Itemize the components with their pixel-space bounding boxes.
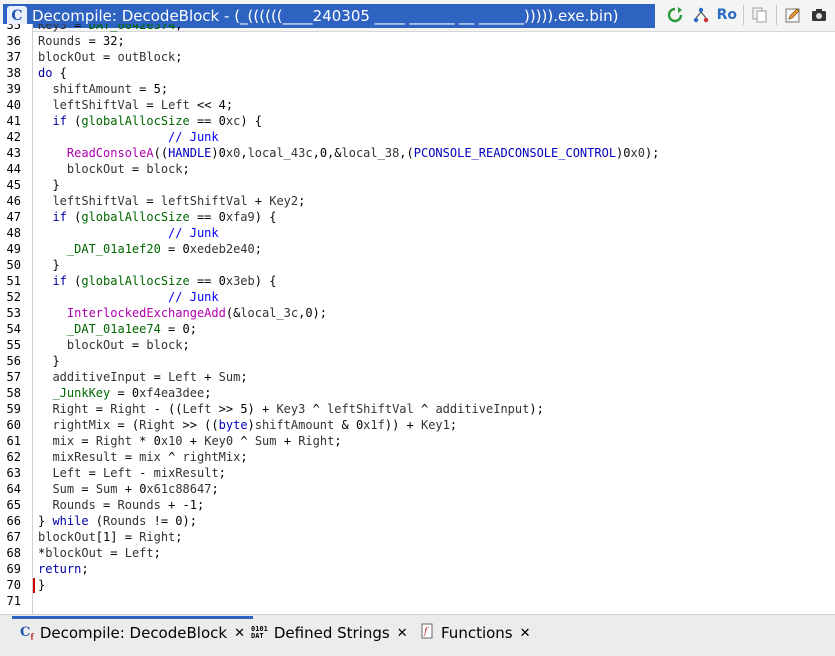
graph-icon[interactable] — [691, 5, 711, 25]
code-line[interactable]: // Junk — [38, 129, 219, 145]
line-number: 46 — [6, 194, 21, 208]
line-number: 48 — [6, 226, 21, 240]
code-line[interactable]: return; — [38, 561, 89, 577]
line-number: 58 — [6, 386, 21, 400]
line-number: 49 — [6, 242, 21, 256]
line-number: 47 — [6, 210, 21, 224]
line-number: 37 — [6, 50, 21, 64]
code-line[interactable]: } — [38, 353, 59, 369]
line-number: 38 — [6, 66, 21, 80]
code-line[interactable]: blockOut = outBlock; — [38, 49, 183, 65]
code-line[interactable]: // Junk — [38, 289, 219, 305]
code-line[interactable]: additiveInput = Left + Sum; — [38, 369, 247, 385]
code-line[interactable]: shiftAmount = 5; — [38, 81, 168, 97]
line-number: 68 — [6, 546, 21, 560]
refresh-icon[interactable] — [665, 5, 685, 25]
functions-icon: f — [421, 623, 435, 643]
line-number: 42 — [6, 130, 21, 144]
code-line[interactable]: } — [38, 257, 59, 273]
code-line[interactable]: Right = Right - ((Left >> 5) + Key3 ^ le… — [38, 401, 543, 417]
line-number: 44 — [6, 162, 21, 176]
toolbar-divider — [743, 5, 744, 25]
line-number: 35 — [6, 24, 21, 32]
code-line[interactable]: _DAT_01a1ee74 = 0; — [38, 321, 197, 337]
tab-label: Decompile: DecodeBlock — [39, 624, 228, 642]
line-number: 64 — [6, 482, 21, 496]
code-line[interactable]: _DAT_01a1ef20 = 0xedeb2e40; — [38, 241, 262, 257]
text-cursor — [33, 578, 35, 593]
code-line[interactable]: blockOut[1] = Right; — [38, 529, 183, 545]
code-line[interactable]: rightMix = (Right >> ((byte)shiftAmount … — [38, 417, 457, 433]
close-icon[interactable]: ✕ — [397, 626, 408, 641]
code-line[interactable]: mixResult = mix ^ rightMix; — [38, 449, 247, 465]
code-line[interactable]: _JunkKey = 0xf4ea3dee; — [38, 385, 211, 401]
code-line[interactable]: Sum = Sum + 0x61c88647; — [38, 481, 218, 497]
code-line[interactable]: ReadConsoleA((HANDLE)0x0,local_43c,0,&lo… — [38, 145, 660, 161]
code-line[interactable]: // Junk — [38, 225, 219, 241]
code-line[interactable]: } while (Rounds != 0); — [38, 513, 197, 529]
tab-decompile[interactable]: Cf Decompile: DecodeBlock ✕ — [12, 616, 253, 647]
read-only-toggle[interactable]: Ro — [717, 5, 737, 25]
snapshot-icon[interactable] — [809, 5, 829, 25]
line-number: 60 — [6, 418, 21, 432]
tab-label: Functions — [441, 624, 513, 642]
code-line[interactable]: } — [38, 577, 45, 593]
strings-icon: 0101 DAT — [251, 625, 268, 640]
window-title: Decompile: DecodeBlock - (_((((((____240… — [32, 7, 619, 25]
line-number: 39 — [6, 82, 21, 96]
code-line[interactable]: Rounds = 32; — [38, 33, 125, 49]
line-number: 56 — [6, 354, 21, 368]
line-number: 69 — [6, 562, 21, 576]
line-number: 62 — [6, 450, 21, 464]
line-number: 53 — [6, 306, 21, 320]
tab-label: Defined Strings — [273, 624, 390, 642]
code-line[interactable]: blockOut = block; — [38, 337, 190, 353]
code-line[interactable]: if (globalAllocSize == 0xfa9) { — [38, 209, 276, 225]
line-number: 45 — [6, 178, 21, 192]
code-line[interactable]: if (globalAllocSize == 0xc) { — [38, 113, 262, 129]
code-line[interactable]: *blockOut = Left; — [38, 545, 161, 561]
code-line[interactable]: Left = Left - mixResult; — [38, 465, 225, 481]
line-number: 41 — [6, 114, 21, 128]
code-line[interactable]: leftShiftVal = leftShiftVal + Key2; — [38, 193, 305, 209]
line-number: 54 — [6, 322, 21, 336]
code-line[interactable]: Key3 = DAT_0042e374; — [38, 24, 183, 33]
code-line[interactable]: leftShiftVal = Left << 4; — [38, 97, 233, 113]
line-number: 70 — [6, 578, 21, 592]
code-line[interactable]: if (globalAllocSize == 0x3eb) { — [38, 273, 276, 289]
line-number: 59 — [6, 402, 21, 416]
code-line[interactable]: blockOut = block; — [38, 161, 190, 177]
line-number: 50 — [6, 258, 21, 272]
toolbar: Ro — [665, 5, 829, 25]
line-number: 57 — [6, 370, 21, 384]
edit-icon[interactable] — [783, 5, 803, 25]
code-line[interactable]: } — [38, 177, 59, 193]
line-number: 65 — [6, 498, 21, 512]
bottom-tab-bar: Cf Decompile: DecodeBlock ✕ 0101 DAT Def… — [0, 614, 835, 656]
line-number: 63 — [6, 466, 21, 480]
copy-icon[interactable] — [750, 5, 770, 25]
line-number: 52 — [6, 290, 21, 304]
line-number: 67 — [6, 530, 21, 544]
decompiler-code-view[interactable]: 35 Key3 = DAT_0042e374; 36 Rounds = 32; 37 bl… — [0, 24, 835, 614]
line-number: 51 — [6, 274, 21, 288]
code-line[interactable]: do { — [38, 65, 67, 81]
line-number: 36 — [6, 34, 21, 48]
code-line[interactable]: InterlockedExchangeAdd(&local_3c,0); — [38, 305, 327, 321]
close-icon[interactable]: ✕ — [520, 626, 531, 641]
line-number: 71 — [6, 594, 21, 608]
line-number: 55 — [6, 338, 21, 352]
code-line[interactable]: mix = Right * 0x10 + Key0 ^ Sum + Right; — [38, 433, 341, 449]
line-number: 66 — [6, 514, 21, 528]
decompile-icon: Cf — [20, 624, 34, 642]
line-number: 43 — [6, 146, 21, 160]
tab-defined-strings[interactable]: 0101 DAT Defined Strings ✕ — [243, 619, 416, 647]
toolbar-divider — [776, 5, 777, 25]
code-line[interactable]: Rounds = Rounds + -1; — [38, 497, 204, 513]
line-number: 40 — [6, 98, 21, 112]
tab-functions[interactable]: f Functions ✕ — [413, 619, 539, 647]
decompile-icon: C — [7, 6, 27, 26]
line-number: 61 — [6, 434, 21, 448]
